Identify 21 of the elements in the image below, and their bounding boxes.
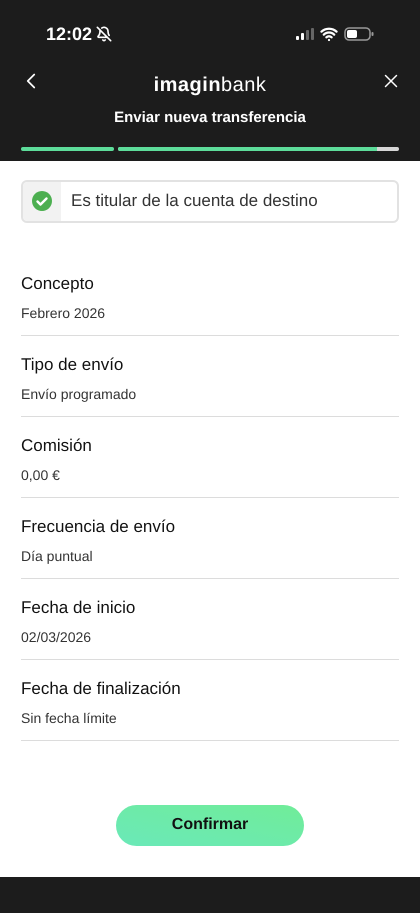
wifi-icon	[320, 25, 338, 43]
confirm-button[interactable]: Confirmar	[116, 804, 304, 846]
battery-icon	[344, 27, 374, 41]
detail-value: Febrero 2026	[21, 304, 106, 324]
detail-label: Fecha de finalización	[21, 678, 182, 700]
detail-value: 02/03/2026	[21, 628, 92, 648]
detail-label: Frecuencia de envío	[21, 516, 176, 538]
detail-value: Sin fecha límite	[21, 709, 118, 728]
screen-title: Enviar nueva transferencia	[114, 108, 306, 128]
detail-value: 0,00 €	[21, 466, 61, 486]
detail-value: Día puntual	[21, 547, 94, 566]
detail-label: Fecha de inicio	[21, 596, 136, 619]
detail-label: Concepto	[21, 272, 95, 295]
brand-logo: imaginbank	[154, 73, 266, 98]
detail-label: Comisión	[21, 434, 93, 457]
muted-bell-icon	[96, 26, 112, 42]
detail-label: Tipo de envío	[21, 354, 124, 376]
status-time: 12:02	[46, 22, 92, 46]
owner-check-label: Es titular de la cuenta de destino	[70, 190, 318, 212]
signal-icon	[296, 28, 314, 40]
detail-value: Envío programado	[21, 385, 138, 404]
